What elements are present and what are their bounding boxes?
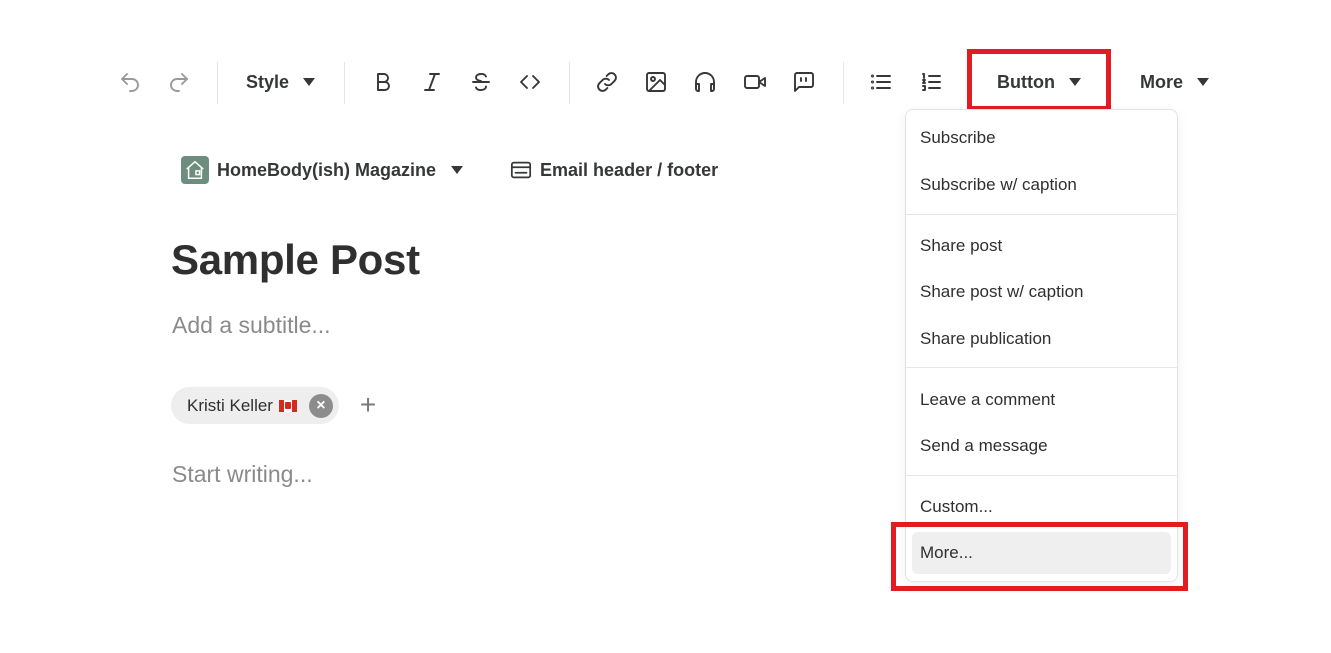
menu-item-share-post-caption[interactable]: Share post w/ caption <box>912 271 1171 313</box>
style-dropdown[interactable]: Style <box>246 65 316 99</box>
menu-item-send-message[interactable]: Send a message <box>912 425 1171 467</box>
post-meta-row: HomeBody(ish) Magazine Email header / fo… <box>181 154 718 186</box>
caret-down-icon <box>1197 78 1210 86</box>
menu-item-share-post[interactable]: Share post <box>912 225 1171 267</box>
bullet-list-icon[interactable] <box>864 65 898 99</box>
style-dropdown-label: Style <box>246 71 290 92</box>
toolbar-divider <box>344 62 345 104</box>
publication-logo <box>181 156 209 184</box>
menu-divider <box>906 367 1177 368</box>
image-icon[interactable] <box>639 65 673 99</box>
caret-down-icon <box>451 166 464 174</box>
caret-down-icon <box>1068 78 1081 86</box>
numbered-list-icon[interactable] <box>914 65 948 99</box>
menu-item-more[interactable]: More... <box>912 532 1171 574</box>
menu-divider <box>906 475 1177 476</box>
email-header-footer-button[interactable]: Email header / footer <box>510 159 718 181</box>
menu-item-subscribe[interactable]: Subscribe <box>912 117 1171 159</box>
button-dropdown-menu: Subscribe Subscribe w/ caption Share pos… <box>905 109 1178 582</box>
email-layout-icon <box>510 161 532 179</box>
button-dropdown-label: Button <box>997 71 1055 92</box>
email-header-footer-label: Email header / footer <box>540 159 719 180</box>
menu-item-share-publication[interactable]: Share publication <box>912 318 1171 360</box>
publication-name: HomeBody(ish) Magazine <box>217 159 437 180</box>
menu-item-custom[interactable]: Custom... <box>912 486 1171 528</box>
bold-icon[interactable] <box>366 65 400 99</box>
toolbar-divider <box>217 62 218 104</box>
menu-item-subscribe-caption[interactable]: Subscribe w/ caption <box>912 164 1171 206</box>
link-icon[interactable] <box>590 65 624 99</box>
video-icon[interactable] <box>738 65 772 99</box>
more-dropdown-label: More <box>1140 71 1184 92</box>
toolbar-divider <box>569 62 570 104</box>
more-dropdown[interactable]: More <box>1140 65 1210 99</box>
code-icon[interactable] <box>513 65 547 99</box>
subtitle-input[interactable]: Add a subtitle... <box>172 312 331 339</box>
audio-icon[interactable] <box>688 65 722 99</box>
caret-down-icon <box>303 78 316 86</box>
italic-icon[interactable] <box>415 65 449 99</box>
publication-selector[interactable]: HomeBody(ish) Magazine <box>181 156 464 184</box>
button-dropdown[interactable]: Button <box>997 65 1081 99</box>
strikethrough-icon[interactable] <box>464 65 498 99</box>
remove-author-icon[interactable]: × <box>308 393 333 418</box>
add-author-icon[interactable]: + <box>355 391 381 419</box>
menu-item-leave-comment[interactable]: Leave a comment <box>912 379 1171 421</box>
menu-divider <box>906 214 1177 215</box>
toolbar-divider <box>843 62 844 104</box>
quote-icon[interactable] <box>787 65 821 99</box>
redo-icon[interactable] <box>162 65 196 99</box>
undo-icon[interactable] <box>113 65 147 99</box>
author-tag: Kristi Keller × <box>171 387 339 424</box>
editor-toolbar: Style Button More <box>0 50 1331 114</box>
canada-flag-icon <box>278 399 297 412</box>
post-title[interactable]: Sample Post <box>171 236 420 284</box>
editor-page: Style Button More HomeBody(ish) Magazine… <box>0 0 1331 653</box>
body-editor[interactable]: Start writing... <box>172 461 313 488</box>
author-name: Kristi Keller <box>187 395 273 415</box>
